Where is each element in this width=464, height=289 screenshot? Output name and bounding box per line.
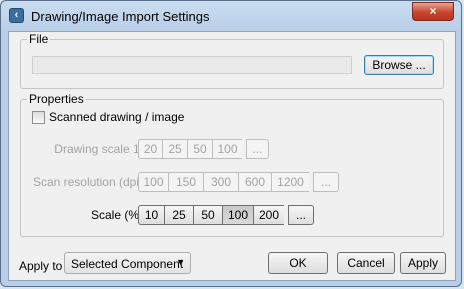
- scale-buttons: 10 25 50 100 200 ...: [138, 205, 314, 225]
- app-icon: ‹: [9, 8, 24, 23]
- close-button[interactable]: ×: [412, 2, 454, 21]
- dropdown-arrow-icon: ▼: [176, 257, 185, 267]
- drawing-scale-option[interactable]: 25: [162, 139, 187, 159]
- browse-button[interactable]: Browse ...: [364, 55, 434, 75]
- scanned-checkbox[interactable]: [32, 111, 45, 124]
- scan-resolution-buttons: 100 150 300 600 1200 ...: [138, 172, 339, 192]
- scan-resolution-option[interactable]: 300: [203, 172, 238, 192]
- apply-to-label: Apply to: [19, 259, 63, 273]
- cancel-button[interactable]: Cancel: [337, 252, 395, 274]
- scan-resolution-more[interactable]: ...: [313, 172, 339, 192]
- drawing-scale-label: Drawing scale 1:: [54, 142, 143, 156]
- scan-resolution-option[interactable]: 150: [168, 172, 203, 192]
- properties-legend: Properties: [27, 92, 86, 106]
- scan-resolution-option[interactable]: 600: [238, 172, 271, 192]
- file-legend: File: [27, 32, 51, 46]
- scale-option[interactable]: 50: [193, 205, 222, 225]
- drawing-scale-more[interactable]: ...: [246, 139, 269, 159]
- drawing-scale-option[interactable]: 20: [138, 139, 162, 159]
- drawing-scale-option[interactable]: 50: [187, 139, 212, 159]
- scale-more[interactable]: ...: [288, 205, 314, 225]
- properties-group: Properties Scanned drawing / image Drawi…: [20, 92, 444, 237]
- scan-resolution-option[interactable]: 100: [138, 172, 168, 192]
- scale-option[interactable]: 200: [253, 205, 284, 225]
- dialog-title: Drawing/Image Import Settings: [31, 9, 210, 24]
- file-path-input: [32, 56, 352, 74]
- scale-option-selected[interactable]: 100: [222, 205, 253, 225]
- apply-to-select[interactable]: Selected Component ▼: [64, 252, 191, 274]
- scanned-label: Scanned drawing / image: [49, 110, 185, 124]
- dialog-body: File Browse ... Properties Scanned drawi…: [8, 31, 456, 281]
- scan-resolution-label: Scan resolution (dpi): [32, 175, 143, 189]
- apply-button[interactable]: Apply: [400, 252, 446, 274]
- file-group: File Browse ...: [20, 32, 444, 89]
- drawing-scale-option[interactable]: 100: [212, 139, 242, 159]
- drawing-scale-buttons: 20 25 50 100 ...: [138, 139, 269, 159]
- ok-button[interactable]: OK: [268, 252, 328, 274]
- scale-option[interactable]: 25: [164, 205, 193, 225]
- apply-to-value: Selected Component: [71, 257, 184, 271]
- scale-option[interactable]: 10: [138, 205, 164, 225]
- scale-label: Scale (%): [90, 208, 143, 222]
- scan-resolution-option[interactable]: 1200: [271, 172, 309, 192]
- dialog-window: ‹ Drawing/Image Import Settings × File B…: [0, 0, 462, 287]
- title-bar[interactable]: ‹ Drawing/Image Import Settings ×: [1, 1, 461, 31]
